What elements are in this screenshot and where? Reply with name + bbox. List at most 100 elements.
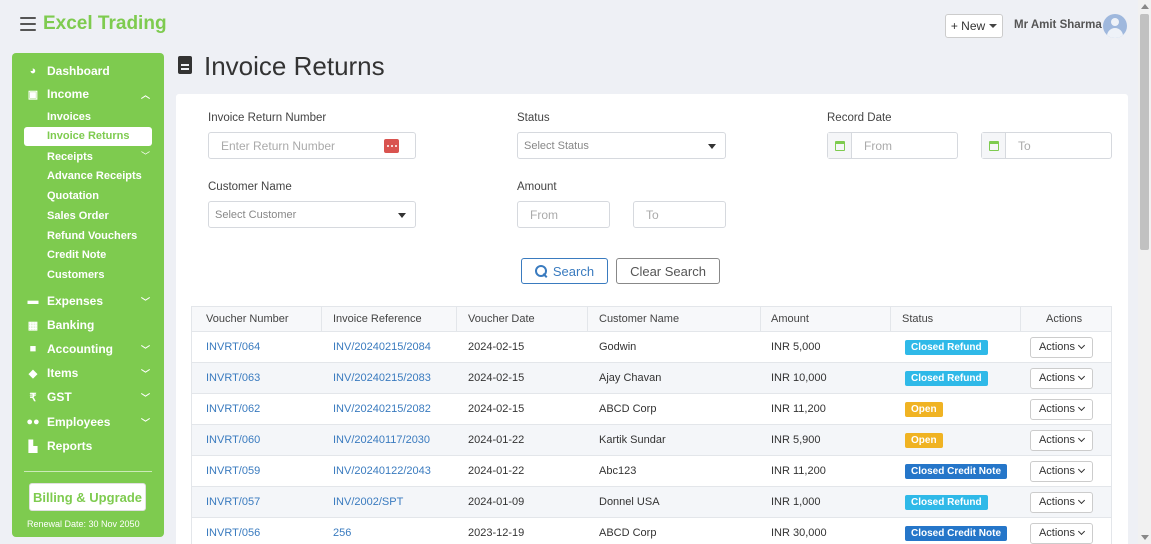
voucher-number-link[interactable]: INVRT/057 xyxy=(206,487,260,517)
col-amount[interactable]: Amount xyxy=(771,307,809,331)
amount: INR 10,000 xyxy=(771,372,827,384)
amount-to-input[interactable]: To xyxy=(633,201,726,228)
amount: INR 5,900 xyxy=(771,434,821,446)
table-row: INVRT/063 INV/20240215/2083 2024-02-15 Ajay… xyxy=(192,362,1111,393)
amount: INR 11,200 xyxy=(771,465,826,477)
sidebar-sub-sales-order[interactable]: Sales Order xyxy=(47,208,109,224)
invoice-reference-link[interactable]: INV/2002/SPT xyxy=(333,487,403,517)
brand-logo[interactable]: Excel Trading xyxy=(43,13,167,35)
new-button-label: + New xyxy=(950,19,986,33)
billing-upgrade-button[interactable]: Billing & Upgrade xyxy=(29,483,146,511)
record-date-to[interactable]: To xyxy=(981,132,1112,159)
customer-select-value: Select Customer xyxy=(215,208,297,221)
sidebar-item-income[interactable]: ▣ Income ︿ xyxy=(12,84,164,104)
table-row: INVRT/059 INV/20240122/2043 2024-01-22 Abc1… xyxy=(192,455,1111,486)
chevron-down-icon xyxy=(1077,527,1086,536)
sidebar-sub-refund-vouchers[interactable]: Refund Vouchers xyxy=(47,228,137,244)
new-button[interactable]: + New xyxy=(945,14,1003,38)
search-icon xyxy=(534,265,547,277)
invoice-reference-link[interactable]: INV/20240117/2030 xyxy=(333,425,430,455)
calendar-icon[interactable] xyxy=(982,133,1006,158)
actions-button[interactable]: Actions xyxy=(1030,460,1093,482)
customer-name: Godwin xyxy=(599,341,637,353)
actions-button[interactable]: Actions xyxy=(1030,491,1093,513)
clear-search-button[interactable]: Clear Search xyxy=(616,258,720,284)
sidebar-sub-customers[interactable]: Customers xyxy=(47,267,104,283)
actions-button-label: Actions xyxy=(1038,465,1076,477)
sidebar-item-reports[interactable]: ▙ Reports xyxy=(12,436,164,456)
record-date-from[interactable]: From xyxy=(827,132,958,159)
scroll-up-arrow-icon[interactable] xyxy=(1141,4,1149,9)
actions-button[interactable]: Actions xyxy=(1030,398,1093,420)
actions-button[interactable]: Actions xyxy=(1030,522,1093,544)
voucher-number-link[interactable]: INVRT/056 xyxy=(206,518,260,544)
status-badge: Closed Refund xyxy=(905,370,988,386)
page-scrollbar[interactable] xyxy=(1138,0,1151,544)
sidebar-item-label: Expenses xyxy=(47,294,104,308)
sidebar-item-dashboard[interactable]: ◕ Dashboard xyxy=(12,61,164,81)
sidebar-item-label: Accounting xyxy=(47,342,113,356)
sidebar-sub-invoices[interactable]: Invoices xyxy=(47,109,91,125)
customer-name: Abc123 xyxy=(599,465,637,477)
ellipsis-icon[interactable] xyxy=(384,139,399,153)
col-voucher-date[interactable]: Voucher Date xyxy=(468,307,535,331)
search-button[interactable]: Search xyxy=(521,258,608,284)
voucher-date: 2024-02-15 xyxy=(468,403,525,415)
sidebar-item-items[interactable]: ◆ Items ﹀ xyxy=(12,363,164,383)
sidebar-item-banking[interactable]: ▦ Banking xyxy=(12,315,164,335)
sidebar-item-label: Dashboard xyxy=(47,64,110,78)
users-icon: ●● xyxy=(26,416,40,428)
avatar[interactable] xyxy=(1103,14,1127,38)
renewal-date: Renewal Date: 30 Nov 2050 xyxy=(27,519,140,529)
sidebar-sub-credit-note[interactable]: Credit Note xyxy=(47,247,106,263)
sidebar-sub-advance-receipts[interactable]: Advance Receipts xyxy=(47,168,142,184)
customer-name: ABCD Corp xyxy=(599,403,657,415)
hamburger-menu-icon[interactable] xyxy=(20,17,36,31)
rupee-icon: ₹ xyxy=(29,391,37,404)
sidebar-sub-receipts[interactable]: Receipts xyxy=(47,149,93,165)
actions-button[interactable]: Actions xyxy=(1030,367,1093,389)
amount-to-placeholder: To xyxy=(646,207,659,222)
sidebar-sub-quotation[interactable]: Quotation xyxy=(47,188,99,204)
invoice-reference-link[interactable]: INV/20240215/2083 xyxy=(333,363,431,393)
user-name[interactable]: Mr Amit Sharma xyxy=(1014,19,1102,31)
voucher-number-link[interactable]: INVRT/060 xyxy=(206,425,260,455)
sidebar-item-gst[interactable]: ₹ GST ﹀ xyxy=(12,387,164,407)
voucher-date: 2023-12-19 xyxy=(468,527,525,539)
scroll-thumb[interactable] xyxy=(1140,14,1149,250)
voucher-number-link[interactable]: INVRT/062 xyxy=(206,394,260,424)
actions-button[interactable]: Actions xyxy=(1030,336,1093,358)
search-button-label: Search xyxy=(552,263,595,279)
chevron-down-icon xyxy=(1077,496,1086,505)
customer-select[interactable]: Select Customer xyxy=(208,201,416,228)
col-invoice-reference[interactable]: Invoice Reference xyxy=(333,307,422,331)
chevron-down-icon: ﹀ xyxy=(140,392,150,403)
invoice-reference-link[interactable]: 256 xyxy=(333,518,351,544)
voucher-number-link[interactable]: INVRT/059 xyxy=(206,456,260,486)
sidebar-item-expenses[interactable]: ▬ Expenses ﹀ xyxy=(12,291,164,311)
invoice-reference-link[interactable]: INV/20240215/2084 xyxy=(333,332,431,362)
scroll-down-arrow-icon[interactable] xyxy=(1141,535,1149,540)
sidebar-sub-invoice-returns[interactable]: Invoice Returns xyxy=(24,127,152,146)
chevron-down-icon: ﹀ xyxy=(140,417,150,428)
actions-button[interactable]: Actions xyxy=(1030,429,1093,451)
col-customer-name[interactable]: Customer Name xyxy=(599,307,679,331)
invoice-reference-link[interactable]: INV/20240122/2043 xyxy=(333,456,431,486)
sidebar-item-accounting[interactable]: ■ Accounting ﹀ xyxy=(12,339,164,359)
status-select[interactable]: Select Status xyxy=(517,132,726,159)
status-badge: Closed Credit Note xyxy=(905,525,1008,541)
customer-name: ABCD Corp xyxy=(599,527,657,539)
customer-name-label: Customer Name xyxy=(208,181,292,193)
calendar-icon[interactable] xyxy=(828,133,852,158)
tag-icon: ◆ xyxy=(28,367,38,380)
amount-from-input[interactable]: From xyxy=(517,201,610,228)
customer-name: Donnel USA xyxy=(599,496,660,508)
return-number-input[interactable]: Enter Return Number xyxy=(208,132,416,159)
voucher-number-link[interactable]: INVRT/063 xyxy=(206,363,260,393)
money-icon: ▣ xyxy=(27,88,39,101)
voucher-number-link[interactable]: INVRT/064 xyxy=(206,332,260,362)
col-voucher-number[interactable]: Voucher Number xyxy=(206,307,289,331)
invoice-reference-link[interactable]: INV/20240215/2082 xyxy=(333,394,431,424)
col-status[interactable]: Status xyxy=(902,307,933,331)
sidebar-item-employees[interactable]: ●● Employees ﹀ xyxy=(12,412,164,432)
